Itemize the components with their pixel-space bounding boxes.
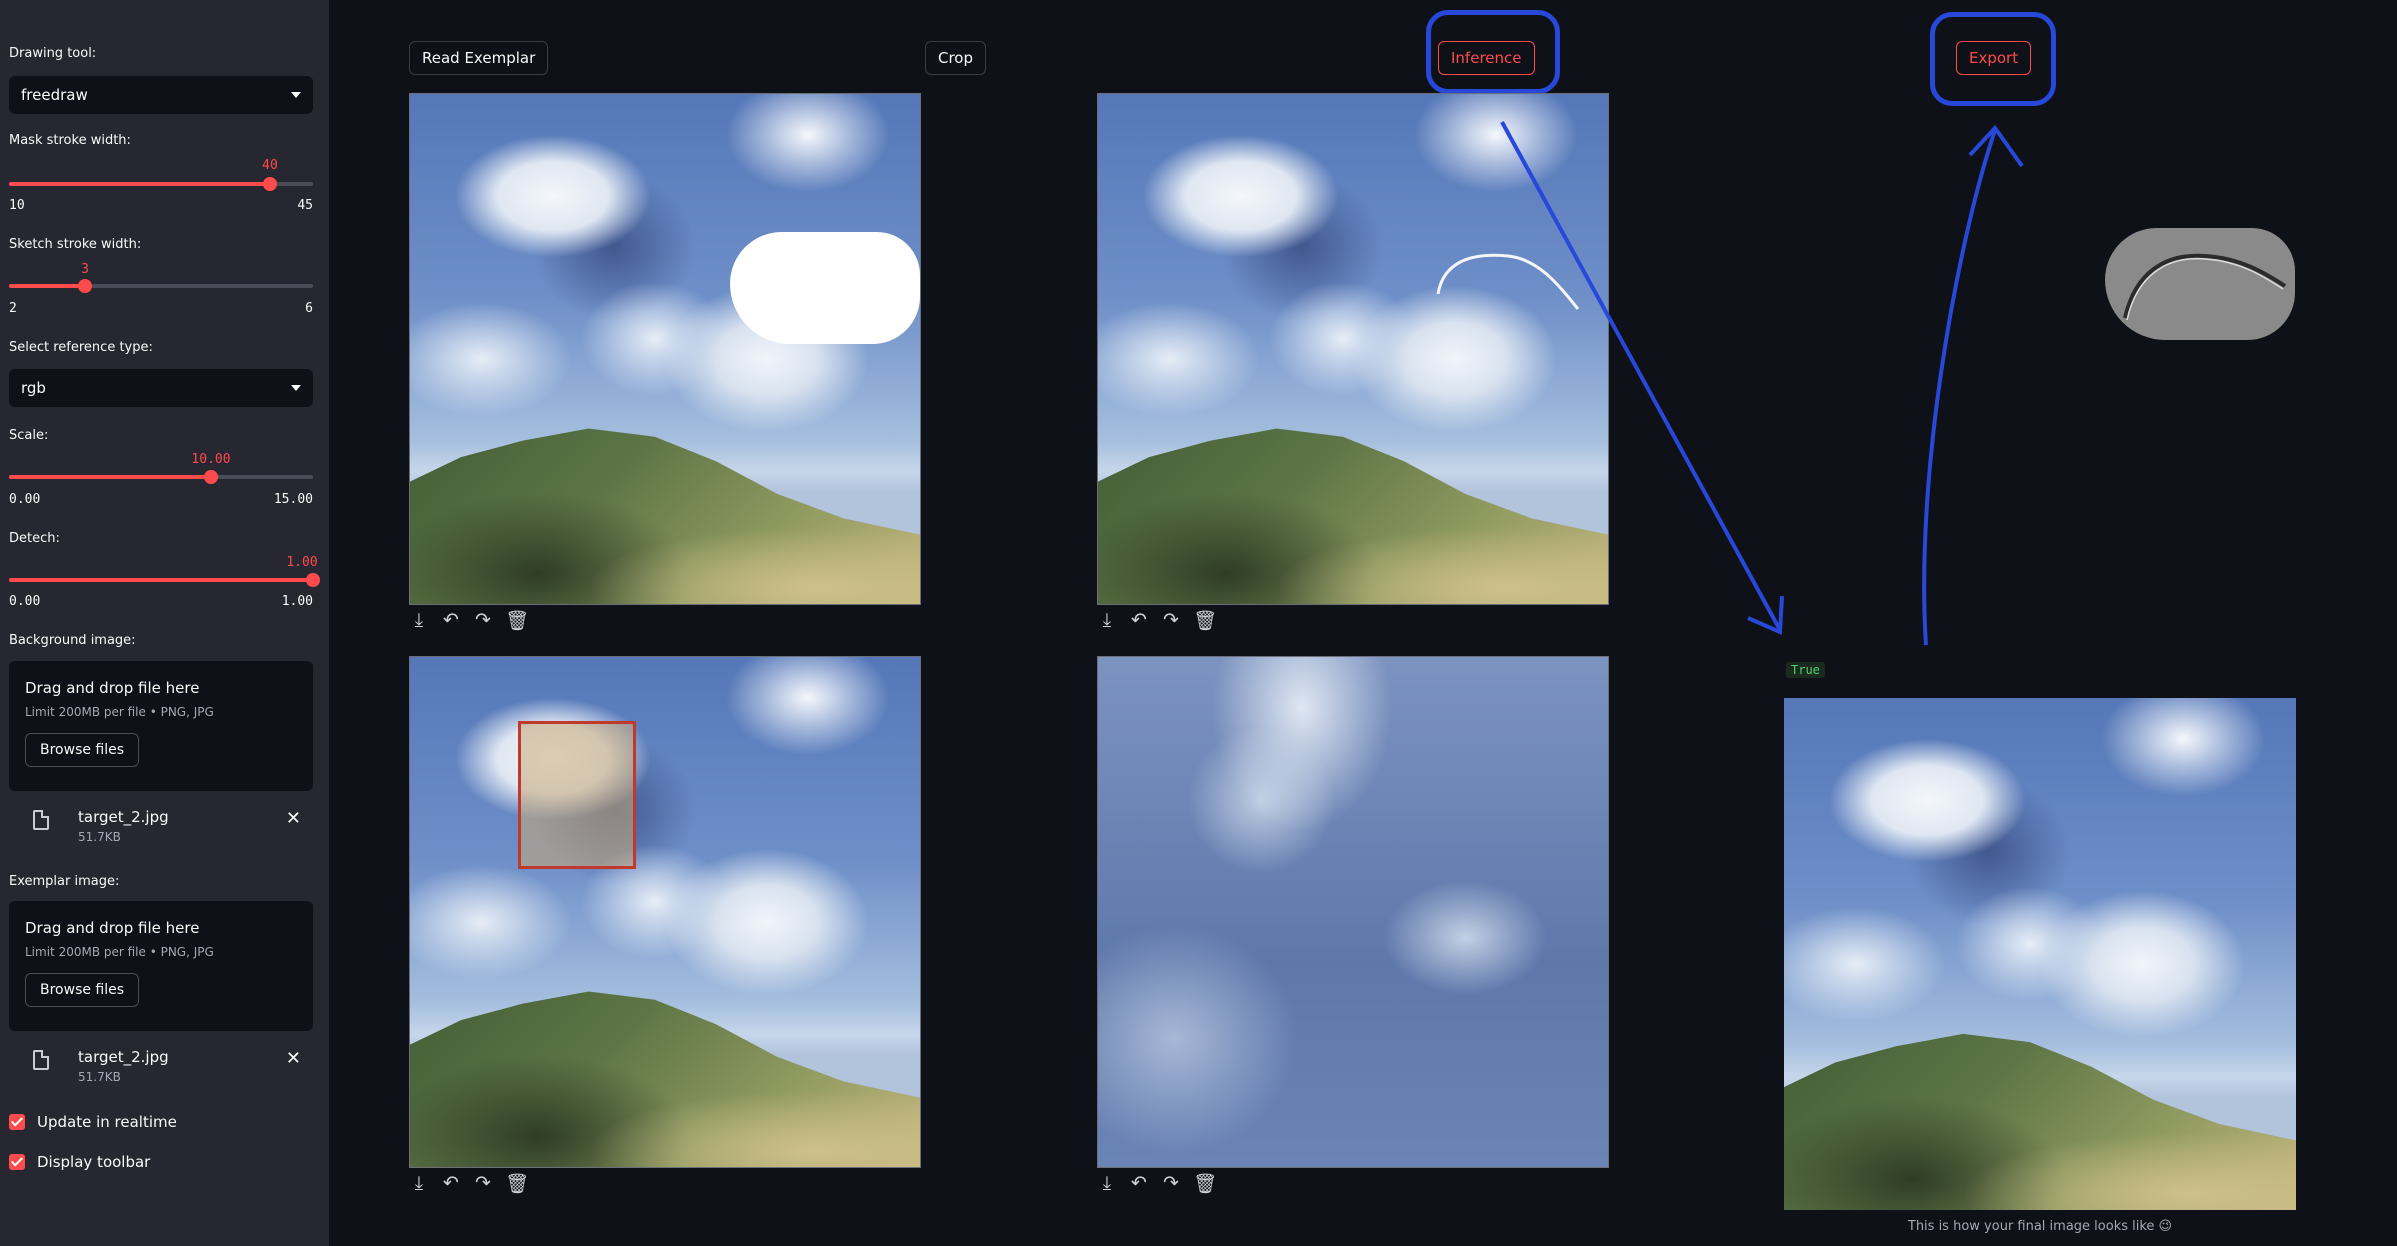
arrow-to-export [1922, 129, 1997, 646]
annotation-arrows [1500, 121, 2024, 646]
arrow-head [1968, 124, 2024, 168]
arrow-to-result [1500, 121, 1782, 631]
